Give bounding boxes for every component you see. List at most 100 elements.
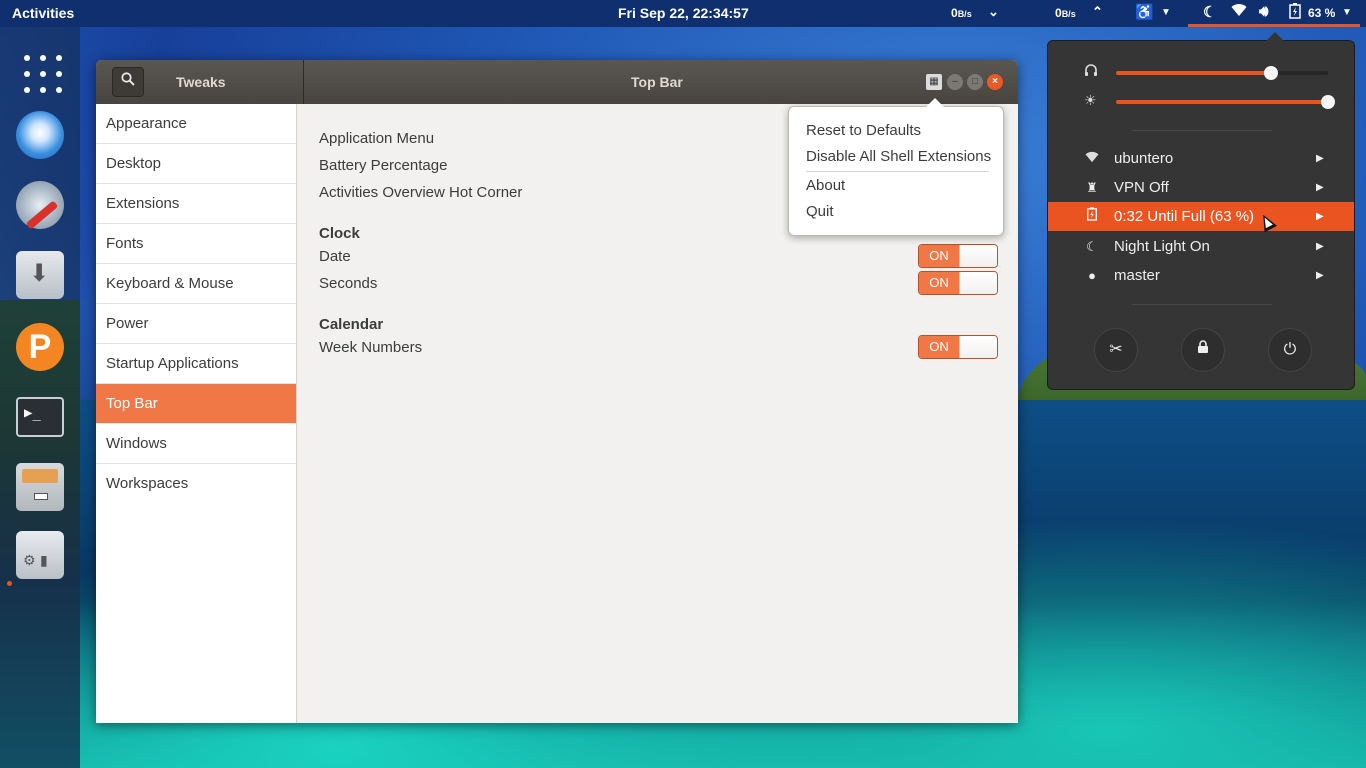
accessibility-icon[interactable]: ♿ <box>1135 3 1154 21</box>
net-up-value: 0 <box>1055 6 1062 20</box>
settings-button[interactable]: ✂ <box>1094 328 1138 372</box>
quit-menu-item[interactable]: Quit <box>806 203 834 220</box>
sidebar-item-extensions[interactable]: Extensions <box>96 184 296 224</box>
seconds-switch-state: ON <box>919 272 959 294</box>
chevron-right-icon: ▶ <box>1316 270 1324 281</box>
chevron-right-icon: ▶ <box>1316 153 1324 164</box>
app-title: Tweaks <box>176 74 226 90</box>
brightness-slider-row: ☀ <box>1048 92 1356 112</box>
application-menu-label: Application Menu <box>319 130 435 147</box>
sidebar-item-workspaces[interactable]: Workspaces <box>96 464 296 504</box>
net-up-indicator: 0B/s <box>1055 6 1076 20</box>
week-numbers-label: Week Numbers <box>319 339 423 356</box>
lock-icon <box>1197 340 1209 358</box>
headphones-icon <box>1084 63 1098 80</box>
night-light-menu-item[interactable]: ☾ Night Light On ▶ <box>1048 232 1354 261</box>
lock-button[interactable] <box>1181 328 1225 372</box>
wifi-network-label: ubuntero <box>1114 150 1174 167</box>
switch-knob <box>959 272 997 294</box>
volume-icon[interactable]: 🔊︎ <box>1259 3 1268 20</box>
brightness-icon: ☀ <box>1084 92 1097 108</box>
activities-button[interactable]: Activities <box>12 5 74 21</box>
chevron-up-icon[interactable]: ⌃ <box>1092 4 1103 20</box>
status-menu-active-indicator <box>1188 24 1360 27</box>
volume-slider[interactable] <box>1116 66 1328 80</box>
show-applications-icon[interactable] <box>16 47 64 95</box>
settings-tools-icon: ✂ <box>1109 341 1123 358</box>
switch-knob <box>959 336 997 358</box>
page-title: Top Bar <box>631 74 683 90</box>
menu-separator <box>1132 304 1272 305</box>
reset-to-defaults-menu-item[interactable]: Reset to Defaults <box>806 122 921 139</box>
date-switch[interactable]: ON <box>918 244 998 268</box>
battery-charging-icon[interactable] <box>1288 3 1302 23</box>
volume-slider-row <box>1048 63 1356 83</box>
disable-shell-extensions-menu-item[interactable]: Disable All Shell Extensions <box>806 148 991 165</box>
switch-knob <box>959 245 997 267</box>
net-down-indicator: 0B/s <box>951 6 972 20</box>
vpn-label: VPN Off <box>1114 179 1169 196</box>
week-numbers-switch-state: ON <box>919 336 959 358</box>
chevron-down-icon[interactable]: ▼ <box>1161 7 1171 18</box>
battery-percentage[interactable]: 63 % <box>1308 6 1335 20</box>
menu-separator <box>806 171 989 172</box>
about-menu-item[interactable]: About <box>806 177 845 194</box>
date-switch-state: ON <box>919 245 959 267</box>
wifi-icon[interactable] <box>1231 3 1247 21</box>
sidebar-item-power[interactable]: Power <box>96 304 296 344</box>
sidebar-item-top-bar[interactable]: Top Bar <box>96 384 296 424</box>
power-button[interactable]: ⏻ <box>1268 328 1312 372</box>
sidebar-item-fonts[interactable]: Fonts <box>96 224 296 264</box>
sidebar-item-desktop[interactable]: Desktop <box>96 144 296 184</box>
battery-percentage-label: Battery Percentage <box>319 157 448 174</box>
p-app-icon[interactable]: P <box>16 323 64 371</box>
night-light-label: Night Light On <box>1114 238 1210 255</box>
clock[interactable]: Fri Sep 22, 22:34:57 <box>618 5 749 21</box>
night-light-icon: ☾ <box>1086 239 1098 254</box>
sidebar: Appearance Desktop Extensions Fonts Keyb… <box>96 104 297 723</box>
sidebar-item-startup-applications[interactable]: Startup Applications <box>96 344 296 384</box>
settings-app-icon[interactable] <box>16 181 64 229</box>
downloader-app-icon[interactable] <box>16 251 64 299</box>
net-down-unit: B/s <box>957 9 972 19</box>
night-light-icon[interactable]: ☾ <box>1203 3 1216 21</box>
header-bar: Tweaks Top Bar ▦ – □ × <box>96 60 1018 104</box>
sidebar-item-appearance[interactable]: Appearance <box>96 104 296 144</box>
running-indicator <box>7 581 12 586</box>
menu-separator <box>1132 130 1272 131</box>
chevron-down-icon[interactable]: ▼ <box>1342 7 1352 18</box>
maximize-button[interactable]: □ <box>967 74 983 90</box>
app-menu-popover: Reset to Defaults Disable All Shell Exte… <box>788 98 1004 236</box>
brightness-slider-handle[interactable] <box>1321 95 1335 109</box>
tweaks-app-icon[interactable] <box>16 531 64 579</box>
sidebar-item-windows[interactable]: Windows <box>96 424 296 464</box>
power-icon: ⏻ <box>1283 341 1297 358</box>
header-sidebar-pane: Tweaks <box>96 60 304 104</box>
chevron-right-icon: ▶ <box>1316 241 1324 252</box>
files-app-icon[interactable] <box>16 463 64 511</box>
chevron-down-icon[interactable]: ⌄ <box>988 4 999 20</box>
vpn-icon: ♜ <box>1086 180 1098 195</box>
brightness-slider-fill <box>1116 100 1328 104</box>
battery-menu-item[interactable]: 0:32 Until Full (63 %) ▶ <box>1048 202 1354 231</box>
wifi-icon <box>1084 144 1100 173</box>
chevron-right-icon: ▶ <box>1316 211 1324 222</box>
brightness-slider[interactable] <box>1116 95 1335 109</box>
seconds-label: Seconds <box>319 275 378 292</box>
user-menu-item[interactable]: ● master ▶ <box>1048 261 1354 290</box>
close-button[interactable]: × <box>987 74 1003 90</box>
seconds-switch[interactable]: ON <box>918 271 998 295</box>
clock-heading: Clock <box>319 225 360 242</box>
search-icon <box>121 72 135 86</box>
volume-slider-handle[interactable] <box>1263 66 1278 80</box>
net-up-unit: B/s <box>1061 9 1076 19</box>
terminal-app-icon[interactable]: ▶_ <box>16 397 64 437</box>
minimize-button[interactable]: – <box>947 74 963 90</box>
search-button[interactable] <box>112 67 144 97</box>
week-numbers-switch[interactable]: ON <box>918 335 998 359</box>
app-menu-button[interactable]: ▦ <box>926 74 942 90</box>
wifi-menu-item[interactable]: ubuntero ▶ <box>1048 144 1354 173</box>
sidebar-item-keyboard-mouse[interactable]: Keyboard & Mouse <box>96 264 296 304</box>
vpn-menu-item[interactable]: ♜ VPN Off ▶ <box>1048 173 1354 202</box>
browser-app-icon[interactable] <box>16 111 64 159</box>
